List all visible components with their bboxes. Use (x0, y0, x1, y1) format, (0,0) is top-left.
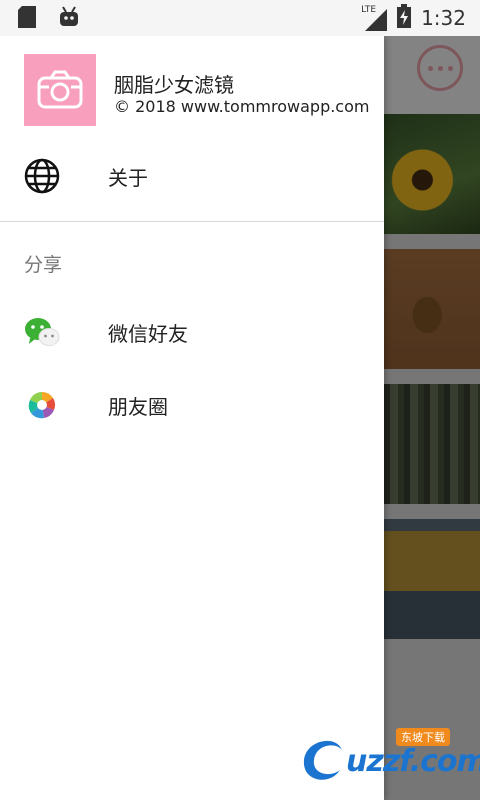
drawer-header: 胭脂少女滤镜 © 2018 www.tommrowapp.com (0, 36, 384, 140)
drawer-item-label: 朋友圈 (108, 394, 168, 419)
camera-icon (24, 54, 96, 126)
lte-signal-icon: LTE (361, 5, 388, 31)
drawer-item-label: 微信好友 (108, 321, 188, 346)
watermark-logo: uzzf.com 东坡下载 (296, 726, 480, 786)
status-bar: LTE 1:32 (0, 0, 480, 36)
clock: 1:32 (421, 6, 466, 30)
drawer-scrim[interactable] (384, 36, 480, 800)
navigation-drawer: 胭脂少女滤镜 © 2018 www.tommrowapp.com 关于 分享 微… (0, 36, 384, 800)
watermark-swirl-icon (303, 740, 342, 780)
drawer-item-moments[interactable]: 朋友圈 (0, 369, 384, 441)
divider (0, 221, 384, 222)
share-section-title: 分享 (24, 254, 63, 276)
app-name: 胭脂少女滤镜 (114, 73, 234, 97)
android-debug-icon (58, 6, 80, 32)
drawer-item-about[interactable]: 关于 (0, 140, 384, 212)
drawer-item-wechat-friends[interactable]: 微信好友 (0, 296, 384, 368)
drawer-item-label: 关于 (108, 165, 148, 190)
watermark-tag: 东坡下载 (396, 728, 450, 746)
globe-icon (24, 158, 60, 194)
app-copyright: © 2018 www.tommrowapp.com (114, 97, 370, 116)
moments-icon (24, 387, 60, 423)
wechat-icon (24, 314, 60, 350)
battery-charging-icon (397, 4, 412, 32)
watermark-text: uzzf.com (346, 744, 480, 779)
sd-card-icon (18, 6, 36, 32)
